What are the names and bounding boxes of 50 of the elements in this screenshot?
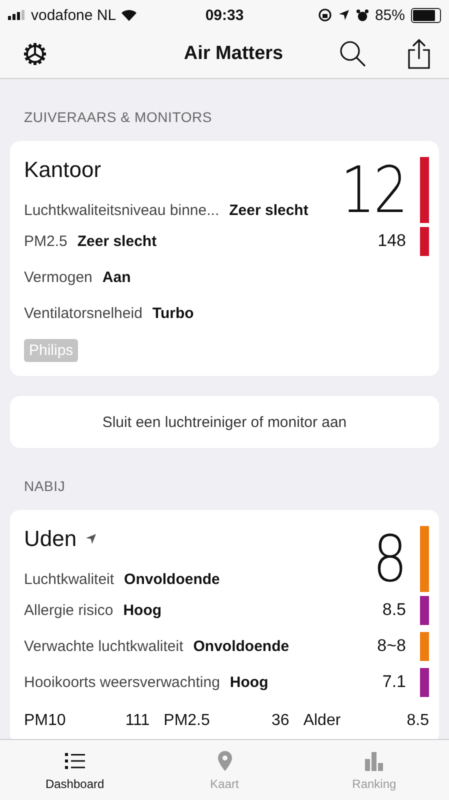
section-header: NABIJ [24,478,66,494]
row-label: Verwachte luchtkwaliteit [24,638,184,654]
row-label: PM2.5 [24,232,68,250]
wifi-icon [121,9,138,21]
row-value: Onvoldoende [124,571,220,588]
battery-icon [411,8,441,22]
row-number: 8~8 [377,636,406,656]
status-time: 09:33 [205,6,244,24]
brand-tag: Philips [24,339,78,362]
section-header: ZUIVERAARS & MONITORS [24,109,212,125]
row-label: Luchtkwaliteit [24,571,114,588]
pollutant-name: PM10 [24,712,66,730]
signal-icon [8,10,26,20]
pollutant-value: 111 [125,712,150,730]
row-value: Zeer slecht [229,202,308,219]
row-label: Hooikoorts weersverwachting [24,674,220,690]
row-label: Allergie risico [24,602,114,618]
row-label: Vermogen [24,268,92,286]
share-icon[interactable] [407,39,431,69]
row-number: 148 [378,231,406,251]
row-value: Turbo [152,304,194,322]
alarm-icon [356,8,369,22]
carrier-name: vodafone NL [31,6,116,24]
pollutant-name: PM2.5 [164,712,210,730]
search-icon[interactable] [339,40,367,68]
location-arrow-icon [338,9,350,21]
location-card[interactable]: Uden Luchtkwaliteit Onvoldoende 8 Allergie risico Hoog 8.5 Verwachte luchtkwaliteit Onvoldoende 8~8 Hooikoorts weersverwachting Hoog 7.1 PM10 111 PM2.5 36 Alder 8.5 [10,510,439,739]
row-value: Hoog [123,602,162,618]
row-value: Hoog [230,674,268,690]
row-label: Luchtkwaliteitsniveau binne... [24,202,220,219]
rotation-lock-icon [318,8,332,22]
app-title: Air Matters [184,43,284,64]
row-number: 7.1 [382,672,406,692]
battery-percent: 85% [374,6,405,24]
row-value: Zeer slecht [77,232,157,250]
connect-device-button[interactable]: Sluit een luchtreiniger of monitor aan [10,396,439,448]
card-title: Kantoor [24,157,102,183]
location-card[interactable]: Kantoor Luchtkwaliteitsniveau binne... Zeer slecht 12 PM2.5 Zeer slecht 148 Vermogen Aan Ventilatorsnelheid Turbo Philips [10,141,439,376]
pollutant-value: 8.5 [406,712,429,730]
pollutant-value: 36 [272,712,290,730]
pollutant-name: Alder [303,712,341,730]
row-number: 8.5 [382,600,406,620]
settings-icon[interactable] [22,41,48,67]
index-value: 12 [340,159,406,223]
tab-item[interactable]: Dashboard [0,740,150,800]
row-value: Aan [102,268,131,286]
index-value: 8 [373,528,406,592]
row-label: Ventilatorsnelheid [24,304,142,322]
card-title: Uden [24,526,77,552]
row-value: Onvoldoende [193,638,290,654]
